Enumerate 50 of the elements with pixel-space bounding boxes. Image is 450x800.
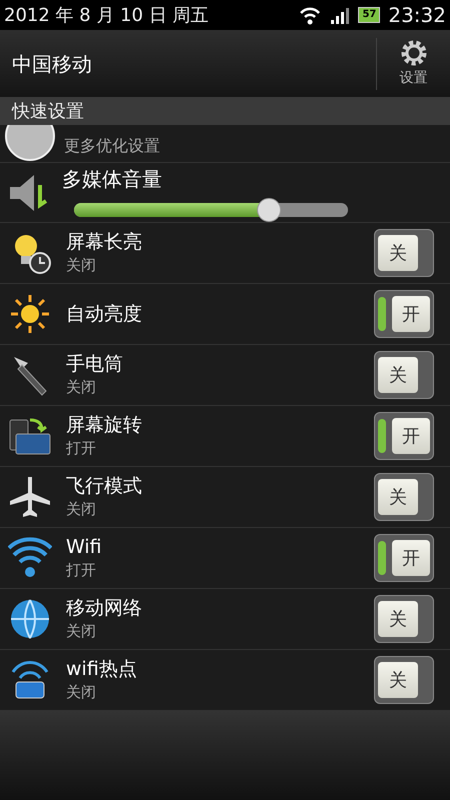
toggle-switch[interactable]: 开 — [374, 412, 434, 460]
signal-icon — [330, 6, 350, 24]
toggle-switch[interactable]: 关 — [374, 351, 434, 399]
switch-on-indicator — [378, 297, 386, 331]
setting-title: 屏幕长亮 — [66, 230, 143, 254]
setting-status: 关闭 — [66, 254, 97, 276]
setting-title: 手电筒 — [66, 352, 124, 376]
setting-status: 关闭 — [66, 682, 97, 703]
status-date: 2012 年 8 月 10 日 周五 — [4, 4, 210, 28]
sun-icon — [8, 292, 52, 336]
settings-button[interactable]: 设置 — [376, 38, 450, 90]
volume-title: 多媒体音量 — [62, 166, 163, 192]
switch-label: 关 — [378, 357, 418, 393]
setting-title: wifi热点 — [66, 656, 138, 681]
settings-icon — [398, 38, 428, 68]
switch-label: 关 — [378, 235, 418, 271]
switch-on-indicator — [378, 419, 386, 453]
setting-status: 打开 — [66, 438, 97, 459]
toggle-switch[interactable]: 开 — [374, 534, 434, 582]
setting-title: 移动网络 — [66, 596, 143, 620]
switch-label: 关 — [378, 479, 418, 515]
battery-indicator: 57 — [358, 7, 380, 23]
setting-title: Wifi — [66, 534, 103, 559]
carrier-name: 中国移动 — [11, 50, 93, 78]
wifi-icon — [8, 536, 52, 580]
toggle-switch[interactable]: 关 — [374, 656, 434, 704]
slider-thumb[interactable] — [256, 198, 281, 222]
switch-label: 关 — [378, 601, 418, 637]
setting-status: 关闭 — [66, 620, 97, 642]
row-subtitle: 更多优化设置 — [64, 135, 160, 157]
switch-label: 开 — [392, 540, 430, 576]
setting-title: 飞行模式 — [66, 474, 143, 498]
wifi-icon — [298, 5, 322, 25]
setting-title: 屏幕旋转 — [66, 412, 143, 437]
setting-status: 关闭 — [66, 498, 97, 520]
toggle-switch[interactable]: 关 — [374, 473, 434, 521]
switch-label: 关 — [378, 662, 418, 698]
switch-label: 开 — [392, 418, 430, 454]
setting-title: 自动亮度 — [66, 302, 143, 326]
globe-icon — [8, 597, 52, 641]
section-header: 快速设置 — [0, 97, 450, 125]
switch-label: 开 — [392, 296, 430, 332]
toggle-switch[interactable]: 开 — [374, 290, 434, 338]
status-time: 23:32 — [388, 2, 446, 29]
setting-status: 打开 — [66, 560, 97, 581]
airplane-icon — [8, 475, 52, 519]
toggle-switch[interactable]: 关 — [374, 595, 434, 643]
setting-status: 关闭 — [66, 376, 97, 398]
toggle-switch[interactable]: 关 — [374, 229, 434, 277]
switch-on-indicator — [378, 541, 386, 575]
